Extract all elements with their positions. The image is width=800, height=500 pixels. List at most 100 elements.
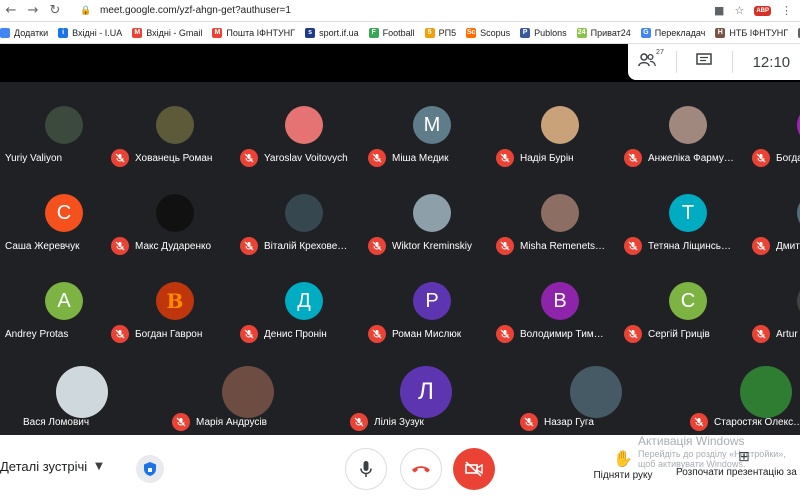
participant-tile[interactable]: Макс Дударенко (111, 170, 239, 258)
present-now-button[interactable]: ⊞ Розпочати презентацію за (676, 449, 800, 478)
participant-tile[interactable]: А Andrey Protas (0, 258, 128, 346)
avatar: Р (413, 282, 451, 320)
lock-icon: 🔒 (80, 5, 92, 16)
participant-tile[interactable]: С Сергій Гриців (624, 258, 752, 346)
bookmark-label: Вхідні - I.UA (72, 27, 123, 38)
microphone-icon (360, 461, 372, 477)
host-controls-shield-icon[interactable] (136, 455, 164, 483)
raise-hand-label: Підняти руку (593, 470, 653, 481)
participant-tile[interactable]: Yaroslav Voitovych (240, 82, 368, 170)
participant-tile[interactable]: B Богдан Гаврон (111, 258, 239, 346)
mic-off-icon (111, 325, 129, 343)
bookmark-item[interactable]: Н НТБ ІФНТУНГ (715, 27, 788, 38)
people-icon[interactable]: 27 (637, 49, 664, 71)
bookmark-favicon-icon: G (640, 27, 651, 38)
camera-indicator-icon[interactable]: ■ (714, 4, 724, 17)
participant-tile[interactable]: Старостяк Олекс… (690, 346, 800, 434)
participant-name: Роман Мислюк (392, 328, 462, 340)
bookmark-item[interactable]: M Пошта ІФНТУНГ (212, 27, 296, 38)
bookmark-item[interactable]: F Football (368, 27, 415, 38)
participant-name: Тетяна Ліщинсь… (648, 240, 731, 252)
bookmark-item[interactable]: Додатки (0, 27, 49, 38)
participant-tile[interactable]: Хованець Роман (111, 82, 239, 170)
participant-name: Misha Remenets… (520, 240, 606, 252)
bookmark-item[interactable]: 5 РП5 (424, 27, 456, 38)
mic-off-icon (368, 325, 386, 343)
participant-tile[interactable]: Д Денис Пронін (240, 258, 368, 346)
raise-hand-button[interactable]: ✋ Підняти руку (588, 449, 658, 481)
people-count: 27 (656, 49, 664, 56)
participant-tile[interactable]: С Саша Жеревчук (0, 170, 128, 258)
bookmark-item[interactable]: M Вхідні - Gmail (132, 27, 202, 38)
bookmark-item[interactable]: P Publons (520, 27, 567, 38)
participant-name: Надія Бурін (520, 152, 574, 164)
camera-off-icon (465, 461, 483, 477)
bookmark-item[interactable]: 24 Приват24 (576, 27, 631, 38)
avatar: Т (669, 194, 707, 232)
back-arrow-icon[interactable]: ← (0, 0, 22, 22)
participant-tile[interactable]: Л Лілія Зузук (350, 346, 478, 434)
participant-tile[interactable]: Назар Гуга (520, 346, 648, 434)
camera-off-button[interactable] (453, 448, 495, 490)
avatar: Д (285, 282, 323, 320)
participant-tile[interactable]: Р Роман Мислюк (368, 258, 496, 346)
meeting-details-button[interactable]: Деталі зустрічі ▼ (0, 459, 103, 474)
mic-off-icon (111, 149, 129, 167)
chevron-down-icon: ▼ (95, 461, 103, 472)
participant-tile[interactable]: Дмит… (752, 170, 800, 258)
participant-name: Лілія Зузук (374, 416, 424, 428)
bookmark-item[interactable]: G Перекладач (640, 27, 705, 38)
participant-tile[interactable]: Надія Бурін (496, 82, 624, 170)
bookmark-label: Пошта ІФНТУНГ (226, 27, 296, 38)
participant-name: Дмит… (776, 240, 800, 252)
bookmark-label: Scopus (480, 27, 511, 38)
participant-tile[interactable]: Yuriy Valiyon (0, 82, 128, 170)
reload-icon[interactable]: ↻ (44, 0, 66, 22)
participant-tile[interactable]: Віталій Крехове… (240, 170, 368, 258)
bookmark-item[interactable]: i Вхідні - I.UA (58, 27, 123, 38)
mic-off-icon (752, 237, 770, 255)
mic-off-icon (690, 413, 708, 431)
bookmark-favicon-icon: Sc (466, 27, 477, 38)
participant-tile[interactable]: Artur I… (752, 258, 800, 346)
participant-name: Денис Пронін (264, 328, 327, 340)
participant-tile[interactable]: Богда… (752, 82, 800, 170)
address-bar[interactable]: 🔒 meet.google.com/yzf-ahgn-get?authuser=… (80, 5, 714, 16)
bookmark-item[interactable]: s sport.if.ua (305, 27, 359, 38)
participant-tile[interactable]: Анжеліка Фарму… (624, 82, 752, 170)
participant-name: Макс Дударенко (135, 240, 212, 252)
participant-tile[interactable]: Wiktor Kreminskiy (368, 170, 496, 258)
avatar: B (156, 282, 194, 320)
meet-top-panel: 27 12:10 (628, 44, 800, 80)
bookmark-favicon-icon: 24 (576, 27, 587, 38)
microphone-button[interactable] (345, 448, 387, 490)
participant-tile[interactable]: Марія Андрусів (172, 346, 300, 434)
mic-off-icon (624, 237, 642, 255)
avatar (413, 194, 451, 232)
hand-icon: ✋ (613, 449, 633, 468)
menu-dots-icon[interactable]: ⋮ (781, 4, 792, 17)
avatar (570, 366, 622, 418)
mic-off-icon (496, 237, 514, 255)
bookmark-label: Додатки (14, 27, 49, 38)
mic-off-icon (240, 325, 258, 343)
bookmark-label: Football (382, 27, 415, 38)
participant-name: Вася Ломович (23, 416, 90, 428)
participant-tile[interactable]: Misha Remenets… (496, 170, 624, 258)
participant-tile[interactable]: Вася Ломович (18, 346, 146, 434)
mic-off-icon (111, 237, 129, 255)
participant-name: Богдан Гаврон (135, 328, 203, 340)
avatar (156, 194, 194, 232)
adblock-icon[interactable]: ABP (754, 5, 771, 16)
star-icon[interactable]: ☆ (734, 4, 744, 17)
chat-icon[interactable] (696, 53, 712, 71)
participants-grid: Yuriy Valiyon Хованець Роман Yaroslav Voit… (0, 82, 800, 435)
participant-tile[interactable]: М Міша Медик (368, 82, 496, 170)
forward-arrow-icon[interactable]: → (22, 0, 44, 22)
hang-up-button[interactable] (400, 448, 442, 490)
participant-tile[interactable]: В Володимир Тим… (496, 258, 624, 346)
participant-name: Міша Медик (392, 152, 449, 164)
bookmark-item[interactable]: Sc Scopus (466, 27, 511, 38)
participant-tile[interactable]: Т Тетяна Ліщинсь… (624, 170, 752, 258)
participant-name: Саша Жеревчук (5, 240, 80, 252)
